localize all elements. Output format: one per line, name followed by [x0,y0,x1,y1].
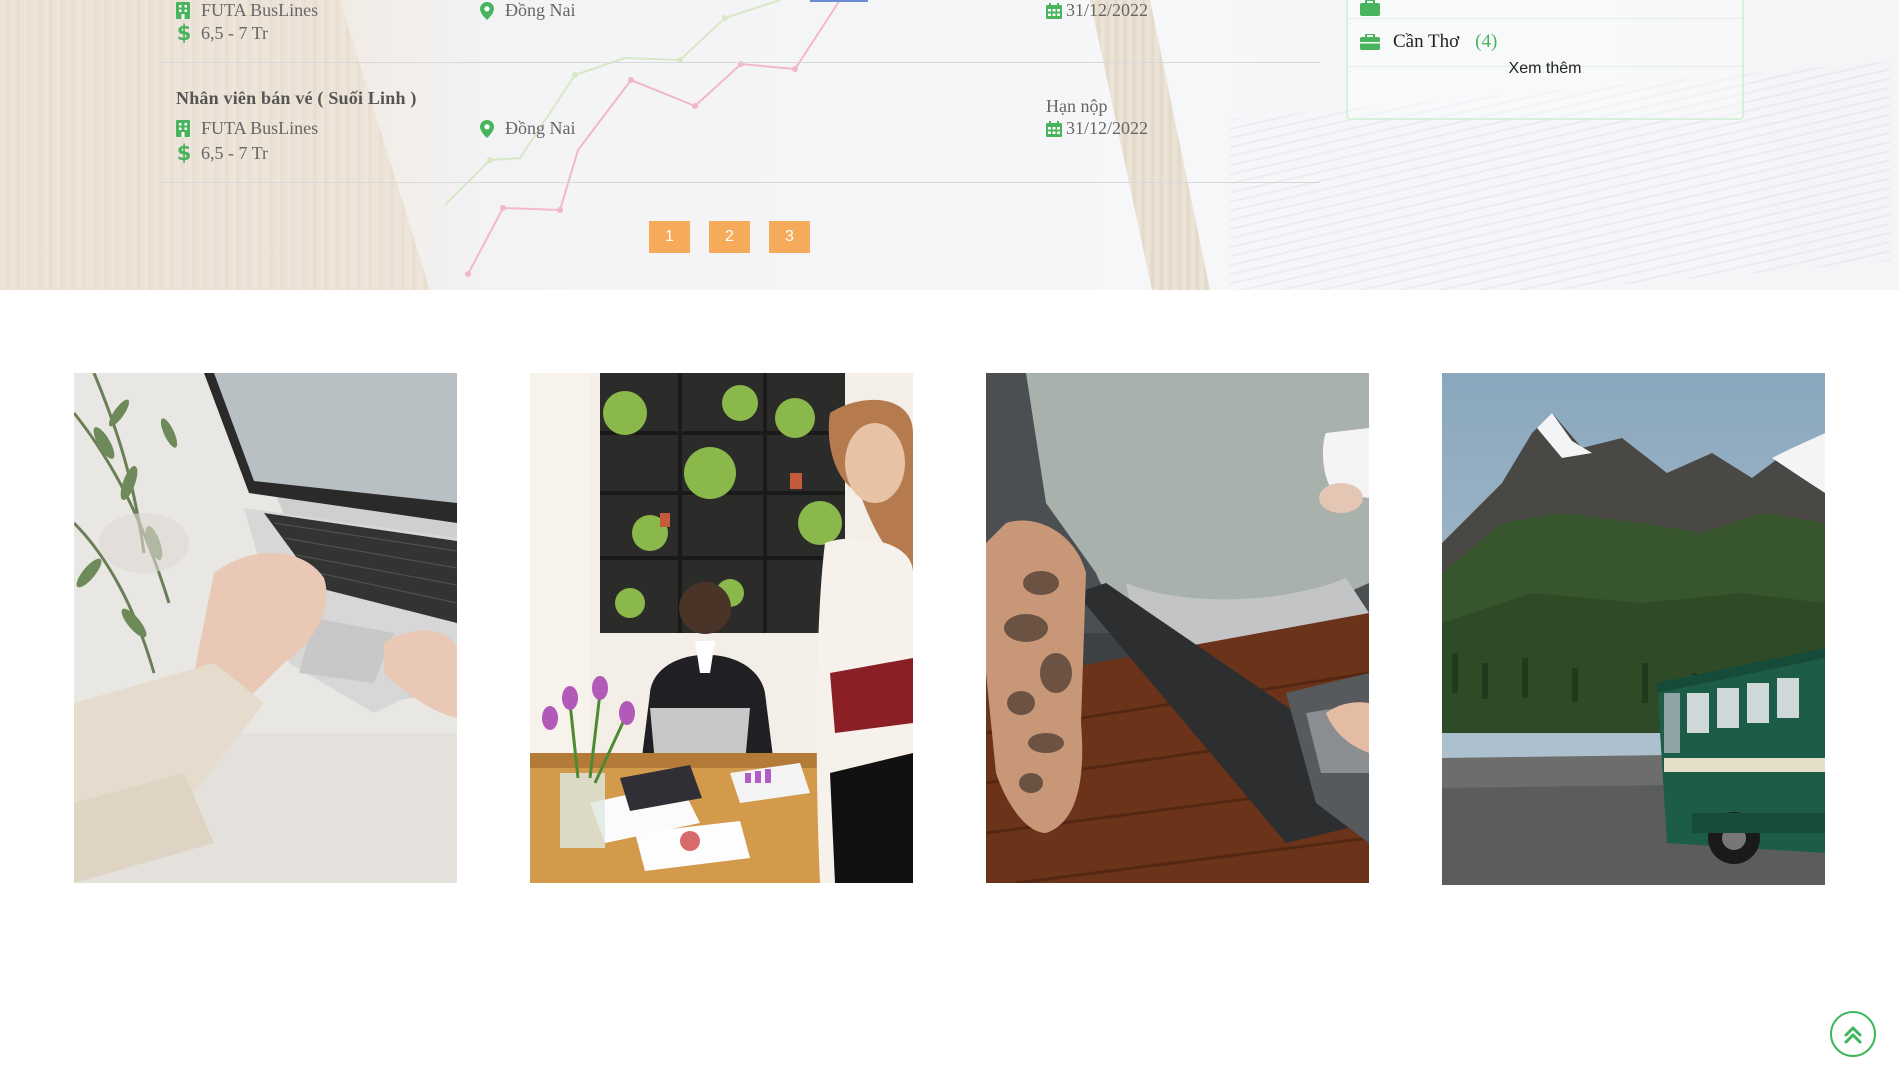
job-deadline: 31/12/2022 [1046,0,1148,21]
back-to-top-button[interactable] [1815,1010,1891,1058]
job-location: Đồng Nai [480,0,576,21]
see-more-link[interactable]: Xem thêm [1348,60,1742,78]
photo-tattoo-laptop [986,373,1369,883]
photo-laptop-hands [74,373,457,883]
calendar-icon [1046,2,1062,19]
job-company: FUTA BusLines [176,118,318,139]
page-button-1[interactable]: 1 [649,221,690,253]
job-company: FUTA BusLines [176,0,318,21]
gallery-image-laptop[interactable] [74,373,457,883]
building-icon [176,120,192,137]
photo-bus-mountain [1442,373,1825,885]
photo-office-meeting [530,373,913,883]
map-pin-icon [480,1,496,20]
building-icon [176,2,192,19]
dollar-icon: $ [176,141,192,165]
pagination: 1 2 3 [649,221,810,253]
job-divider [160,182,1320,183]
briefcase-icon [1360,0,1380,16]
dollar-icon: $ [176,21,192,45]
city-list-item[interactable] [1348,0,1742,19]
briefcase-icon [1360,34,1380,50]
gallery-image-laptop-tattoo[interactable] [986,373,1369,883]
city-count: (4) [1475,31,1498,52]
job-item[interactable]: Nhân viên bán vé ( Suối Linh ) FUTA BusL… [160,88,1320,208]
job-deadline: 31/12/2022 [1046,118,1148,139]
calendar-icon [1046,120,1062,137]
job-salary: $ 6,5 - 7 Tr [176,141,269,165]
deadline-label: Hạn nộp [1046,96,1108,116]
city-name: Cần Thơ [1393,31,1460,52]
page-button-3[interactable]: 3 [769,221,810,253]
double-chevron-up-icon [1830,1011,1876,1057]
job-location: Đồng Nai [480,118,576,139]
job-title[interactable]: Nhân viên bán vé ( Suối Linh ) [176,88,417,109]
gallery-image-bus[interactable] [1442,373,1825,885]
gallery-image-office[interactable] [530,373,913,883]
job-salary: $ 6,5 - 7 Tr [176,21,269,45]
city-filter-card: Cần Thơ (4) Xem thêm [1346,0,1744,120]
page-button-2[interactable]: 2 [709,221,750,253]
job-divider [160,62,1320,63]
map-pin-icon [480,119,496,138]
